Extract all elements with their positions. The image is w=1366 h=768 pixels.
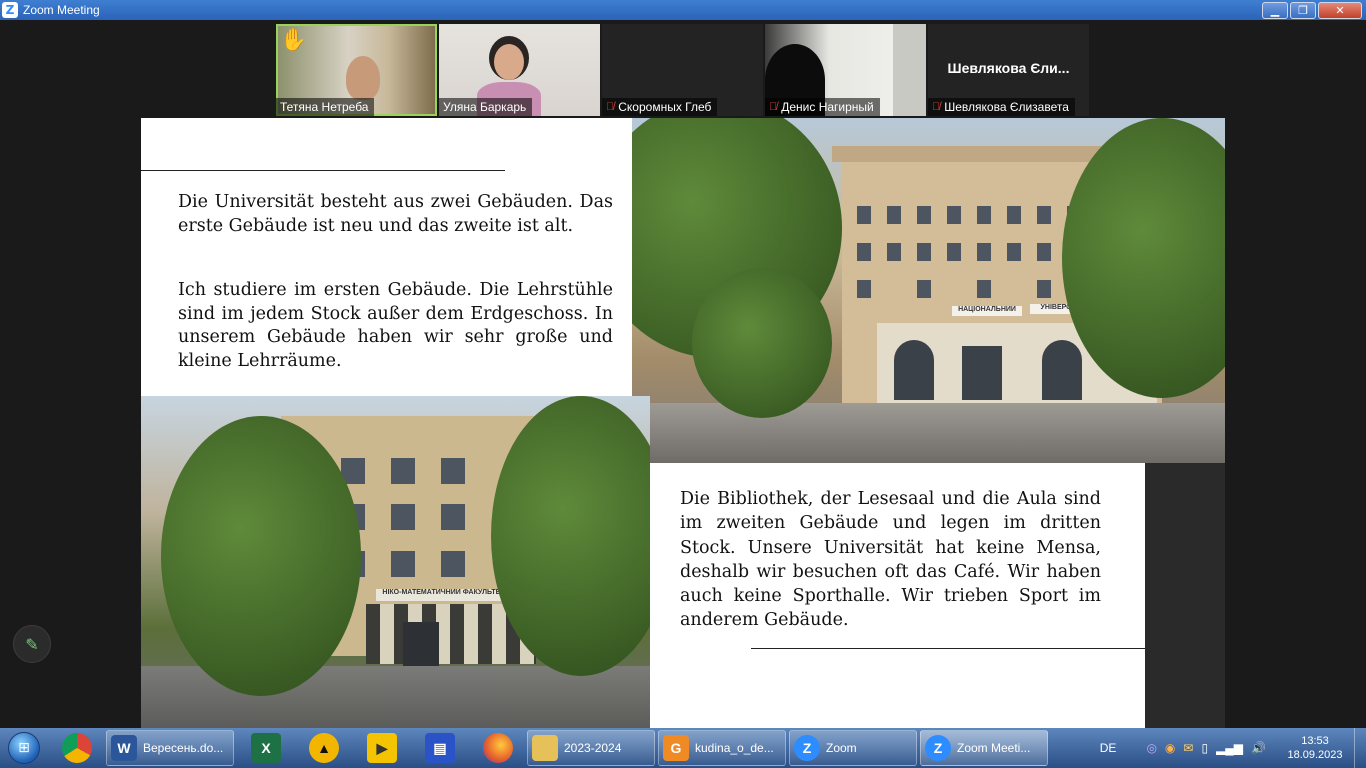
mic-muted-icon: 🎙̸ — [769, 101, 778, 113]
floppy-icon: ▤ — [425, 733, 455, 763]
pinned-app[interactable] — [48, 729, 106, 767]
maximize-button[interactable]: ❐ — [1290, 1, 1316, 19]
zoom-icon: Z — [794, 735, 820, 761]
word-icon: W — [111, 735, 137, 761]
chrome-icon — [62, 733, 92, 763]
close-button[interactable]: ✕ — [1318, 1, 1362, 19]
slide-paragraph-3: Die Bibliothek, der Lesesaal und die Aul… — [680, 489, 1101, 631]
divider-line — [751, 648, 1145, 649]
mic-muted-icon: 🎙̸ — [606, 101, 615, 113]
old-building-photo: НІКО-МАТЕМАТИЧНИЙ ФАКУЛЬТЕТ — [141, 396, 650, 728]
participant-tile[interactable]: 🎙̸ Денис Нагирный — [765, 24, 926, 116]
pinned-app[interactable] — [469, 729, 527, 767]
window-title: Zoom Meeting — [23, 3, 100, 17]
text-panel-bottom: Die Bibliothek, der Lesesaal und die Aul… — [650, 463, 1145, 728]
building-sign: НІКО-МАТЕМАТИЧНИЙ ФАКУЛЬТЕТ — [376, 589, 511, 601]
text-panel-top: Die Universität besteht aus zwei Gebäude… — [141, 118, 632, 396]
network-signal-icon[interactable]: ▂▄▆ — [1216, 741, 1243, 755]
minimize-button[interactable]: ▁ — [1262, 1, 1288, 19]
mail-icon[interactable]: ✉ — [1183, 741, 1193, 755]
participant-tile[interactable]: ✋ Тетяна Нетреба — [276, 24, 437, 116]
shared-screen-slide: Die Universität besteht aus zwei Gebäude… — [141, 118, 1225, 728]
participant-tile[interactable]: 🎙̸ Скоромных Глеб — [602, 24, 763, 116]
pinned-app[interactable]: ▲ — [295, 729, 353, 767]
clock-date: 18.09.2023 — [1287, 749, 1343, 761]
start-button[interactable]: ⊞ — [0, 728, 48, 768]
participant-name: 🎙̸ Шевлякова Єлизавета — [928, 98, 1075, 116]
player-icon: ▶ — [367, 733, 397, 763]
participant-video — [346, 56, 380, 100]
taskbar-zoom[interactable]: Z Zoom — [789, 730, 917, 766]
annotate-pencil-button[interactable]: ✎ — [13, 625, 51, 663]
volume-icon[interactable]: 🔊 — [1251, 741, 1266, 755]
windows-taskbar: ⊞ W Вересень.do... X ▲ ▶ ▤ 2023-2024 G k… — [0, 728, 1366, 768]
pdf-icon: G — [663, 735, 689, 761]
taskbar-zoom-meeting[interactable]: Z Zoom Meeti... — [920, 730, 1048, 766]
folder-icon — [532, 735, 558, 761]
participant-name: 🎙̸ Денис Нагирный — [765, 98, 880, 116]
building-sign: НАЦІОНАЛЬНИЙ — [952, 306, 1022, 316]
clock-time: 13:53 — [1301, 735, 1329, 747]
windows-logo-icon: ⊞ — [8, 732, 40, 764]
new-building-photo: НАЦІОНАЛЬНИЙ УНІВЕРСИТЕТ — [632, 118, 1225, 463]
pinned-app[interactable]: ▤ — [411, 729, 469, 767]
participant-strip: ✋ Тетяна Нетреба Уляна Баркарь 🎙̸ Скоромн… — [276, 24, 1091, 116]
participant-name: 🎙̸ Скоромных Глеб — [602, 98, 718, 116]
device-icon[interactable]: ▯ — [1201, 741, 1208, 755]
taskbar-folder[interactable]: 2023-2024 — [527, 730, 655, 766]
mic-muted-icon: 🎙̸ — [932, 101, 941, 113]
system-tray: DE ◎ ◉ ✉ ▯ ▂▄▆ 🔊 13:53 18.09.2023 — [1100, 728, 1366, 768]
pinned-app[interactable]: ▶ — [353, 729, 411, 767]
participant-name: Уляна Баркарь — [439, 98, 533, 116]
raised-hand-icon: ✋ — [280, 28, 308, 53]
avast-icon: ▲ — [309, 733, 339, 763]
participant-name: Тетяна Нетреба — [276, 98, 375, 116]
clock[interactable]: 13:53 18.09.2023 — [1280, 734, 1350, 762]
viber-icon[interactable]: ◎ — [1146, 741, 1156, 755]
participant-tile[interactable]: Шевлякова Єли... 🎙̸ Шевлякова Єлизавета — [928, 24, 1089, 116]
language-indicator[interactable]: DE — [1100, 741, 1117, 755]
window-titlebar: Z Zoom Meeting ▁ ❐ ✕ — [0, 0, 1366, 20]
antivirus-icon[interactable]: ◉ — [1165, 741, 1175, 755]
zoom-icon: Z — [925, 735, 951, 761]
pinned-app[interactable]: X — [237, 729, 295, 767]
slide-paragraph-2: Ich studiere im ersten Gebäude. Die Lehr… — [178, 280, 613, 371]
divider-line — [141, 170, 505, 171]
excel-icon: X — [251, 733, 281, 763]
pencil-icon: ✎ — [25, 634, 39, 654]
taskbar-word-document[interactable]: W Вересень.do... — [106, 730, 234, 766]
slide-paragraph-1: Die Universität besteht aus zwei Gebäude… — [178, 192, 613, 236]
participant-display-name: Шевлякова Єли... — [947, 60, 1070, 76]
show-desktop-button[interactable] — [1354, 728, 1366, 768]
participant-tile[interactable]: Уляна Баркарь — [439, 24, 600, 116]
zoom-logo-icon: Z — [2, 2, 18, 18]
taskbar-pdf-document[interactable]: G kudina_o_de... — [658, 730, 786, 766]
firefox-icon — [483, 733, 513, 763]
